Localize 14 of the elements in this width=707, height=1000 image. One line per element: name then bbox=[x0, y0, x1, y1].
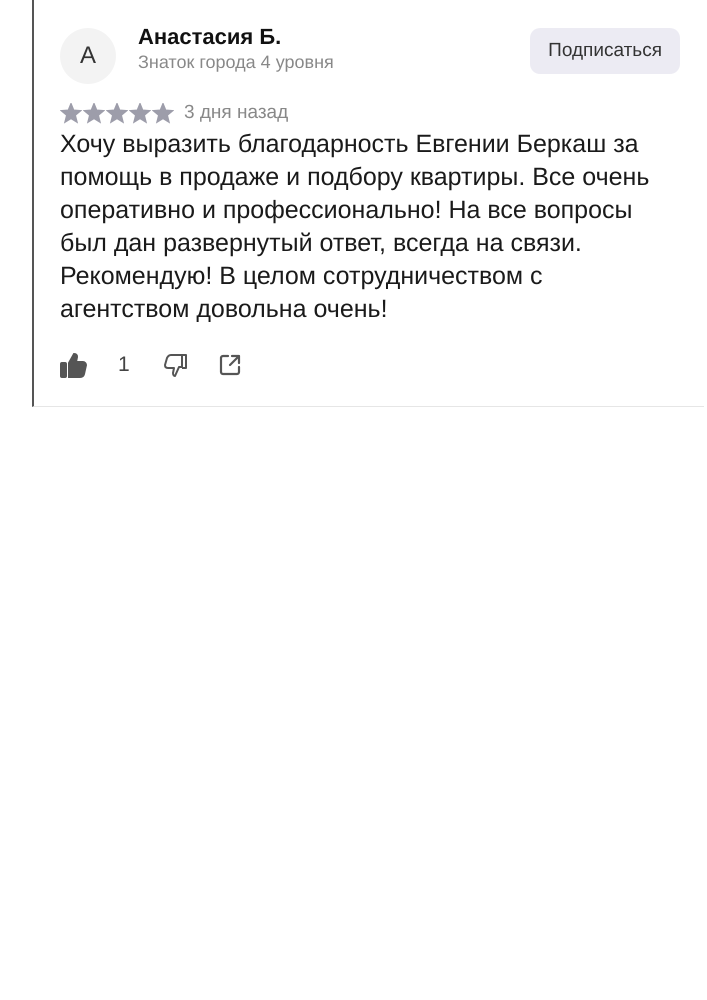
review-text: Хочу выразить благодарность Евгении Беркаш за помощь в продаже и подбору квартиры. Все очень оперативно и профессионально! На все вопросы был дан развернутый ответ, всегда на связи. Рекомендую! В целом сотрудничеством с агентством довольна очень! bbox=[60, 129, 650, 325]
star-icon bbox=[60, 102, 82, 124]
star-icon bbox=[129, 102, 151, 124]
review-date: 3 дня назад bbox=[184, 102, 288, 124]
like-button[interactable] bbox=[60, 352, 88, 378]
avatar: А bbox=[60, 28, 116, 84]
author-name: Анастасия Б. bbox=[138, 24, 282, 50]
star-icon bbox=[83, 102, 105, 124]
subscribe-button[interactable]: Подписаться bbox=[530, 28, 680, 74]
share-button[interactable] bbox=[218, 353, 242, 377]
star-icon bbox=[152, 102, 174, 124]
star-icon bbox=[106, 102, 128, 124]
like-count: 1 bbox=[118, 353, 130, 377]
author-status: Знаток города 4 уровня bbox=[138, 52, 335, 73]
